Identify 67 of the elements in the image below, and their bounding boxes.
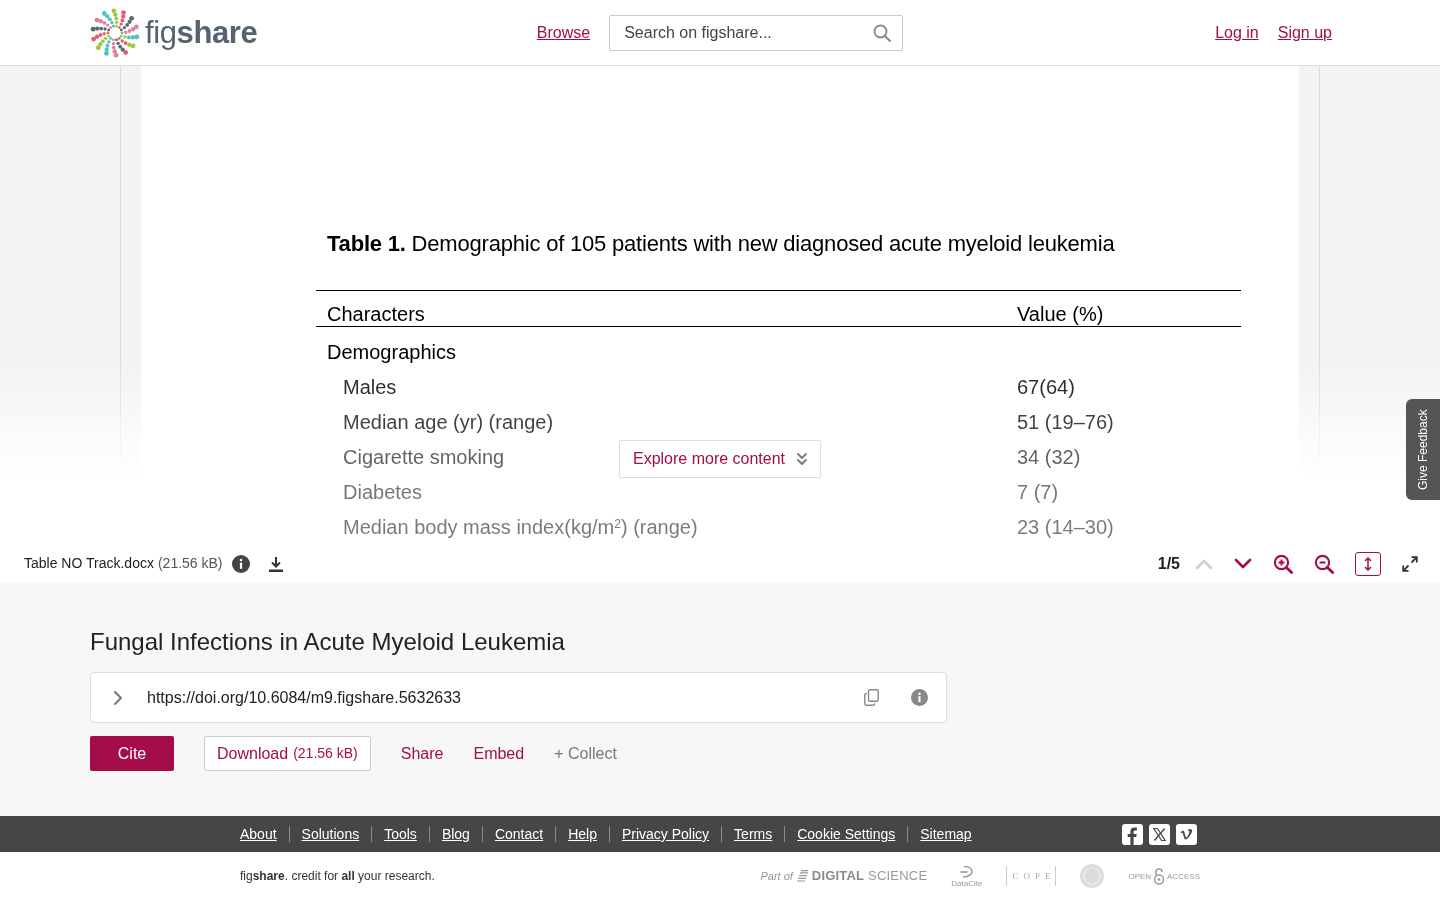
row-value: 34 (32)	[1017, 444, 1081, 470]
row-label: Median age (yr) (range)	[343, 409, 554, 435]
row-value: 67(64)	[1017, 374, 1075, 400]
fit-height-button[interactable]	[1355, 551, 1381, 576]
browse-link[interactable]: Browse	[536, 22, 591, 43]
item-title: Fungal Infections in Acute Myeloid Leukemia	[90, 627, 565, 657]
row-label: Cigarette smoking	[343, 444, 505, 470]
footer-link[interactable]: Sitemap	[920, 825, 972, 843]
zoom-out-icon[interactable]	[1314, 553, 1334, 574]
share-link[interactable]: Share	[400, 743, 444, 764]
file-name: Table NO Track.docx	[24, 554, 154, 573]
search-icon[interactable]	[873, 23, 892, 42]
download-button[interactable]: Download (21.56 kB)	[204, 736, 371, 771]
footer-link[interactable]: Privacy Policy	[621, 825, 710, 843]
row-label: Diabetes	[343, 479, 422, 505]
collect-link[interactable]: + Collect	[554, 743, 617, 764]
figshare-logo[interactable]: figshare	[90, 7, 258, 58]
info-icon[interactable]	[231, 554, 250, 573]
footer-link[interactable]: Blog	[441, 825, 470, 843]
sign-up-link[interactable]: Sign up	[1277, 22, 1332, 43]
cite-button[interactable]: Cite	[90, 736, 174, 771]
footer-link[interactable]: Terms	[734, 825, 773, 843]
row-value: 51 (19–76)	[1017, 409, 1114, 435]
log-in-link[interactable]: Log in	[1215, 22, 1259, 43]
explore-more-button[interactable]: Explore more content	[618, 440, 822, 478]
facebook-icon[interactable]	[1122, 823, 1143, 845]
row-value: 23 (14–30)	[1017, 514, 1114, 540]
doi-link[interactable]: https://doi.org/10.6084/m9.figshare.5632633	[147, 685, 461, 710]
row-label: Males	[343, 374, 397, 400]
partner-prefix: Part of	[760, 868, 793, 884]
vimeo-icon[interactable]	[1176, 823, 1197, 845]
partner-wordmark: ACCESS	[1167, 871, 1200, 881]
chevron-down-icon[interactable]	[1234, 557, 1252, 570]
swirl-logo-icon	[90, 7, 140, 58]
footer-tagline: figshare. credit for all your research.	[240, 868, 435, 885]
zoom-in-icon[interactable]	[1273, 553, 1293, 574]
row-value: 7 (7)	[1017, 479, 1059, 505]
stacked-lines-icon	[795, 870, 809, 882]
double-chevron-down-icon	[796, 452, 809, 466]
feedback-tab[interactable]: Give Feedback	[1406, 399, 1440, 500]
partner-wordmark: DIGITAL SCIENCE	[811, 867, 928, 886]
footer-link[interactable]: Contact	[494, 825, 544, 843]
footer-link[interactable]: About	[240, 825, 277, 843]
seal-icon	[1080, 864, 1105, 888]
column-header: Characters	[327, 302, 425, 326]
table-caption: Table 1. Demographic of 105 patients with new diagnosed acute myeloid leukemia	[327, 230, 1115, 258]
x-logo-icon[interactable]	[1149, 823, 1170, 845]
chevron-right-icon[interactable]	[113, 689, 123, 706]
file-size: (21.56 kB)	[157, 554, 223, 573]
footer-link[interactable]: Cookie Settings	[797, 825, 896, 843]
page-indicator: 1/5	[1157, 553, 1180, 574]
footer-link[interactable]: Help	[568, 825, 597, 843]
fullscreen-icon[interactable]	[1402, 555, 1418, 572]
copy-icon[interactable]	[864, 689, 879, 706]
row-label: Median body mass index(kg/m$^{2}$) (range)	[343, 514, 698, 540]
partner-wordmark: OPEN	[1128, 871, 1152, 881]
partner-wordmark: DataCite	[951, 878, 983, 888]
embed-link[interactable]: Embed	[473, 743, 525, 764]
footer-link[interactable]: Solutions	[301, 825, 360, 843]
vertical-arrows-icon	[1364, 556, 1372, 571]
open-lock-icon	[1153, 867, 1166, 885]
section-heading: Demographics	[327, 339, 456, 365]
search-field[interactable]: Search on figshare...	[609, 14, 904, 51]
footer-link[interactable]: Tools	[384, 825, 417, 843]
partner-wordmark: COPE	[1006, 866, 1057, 886]
column-header: Value (%)	[1017, 302, 1104, 326]
download-icon[interactable]	[267, 555, 284, 572]
